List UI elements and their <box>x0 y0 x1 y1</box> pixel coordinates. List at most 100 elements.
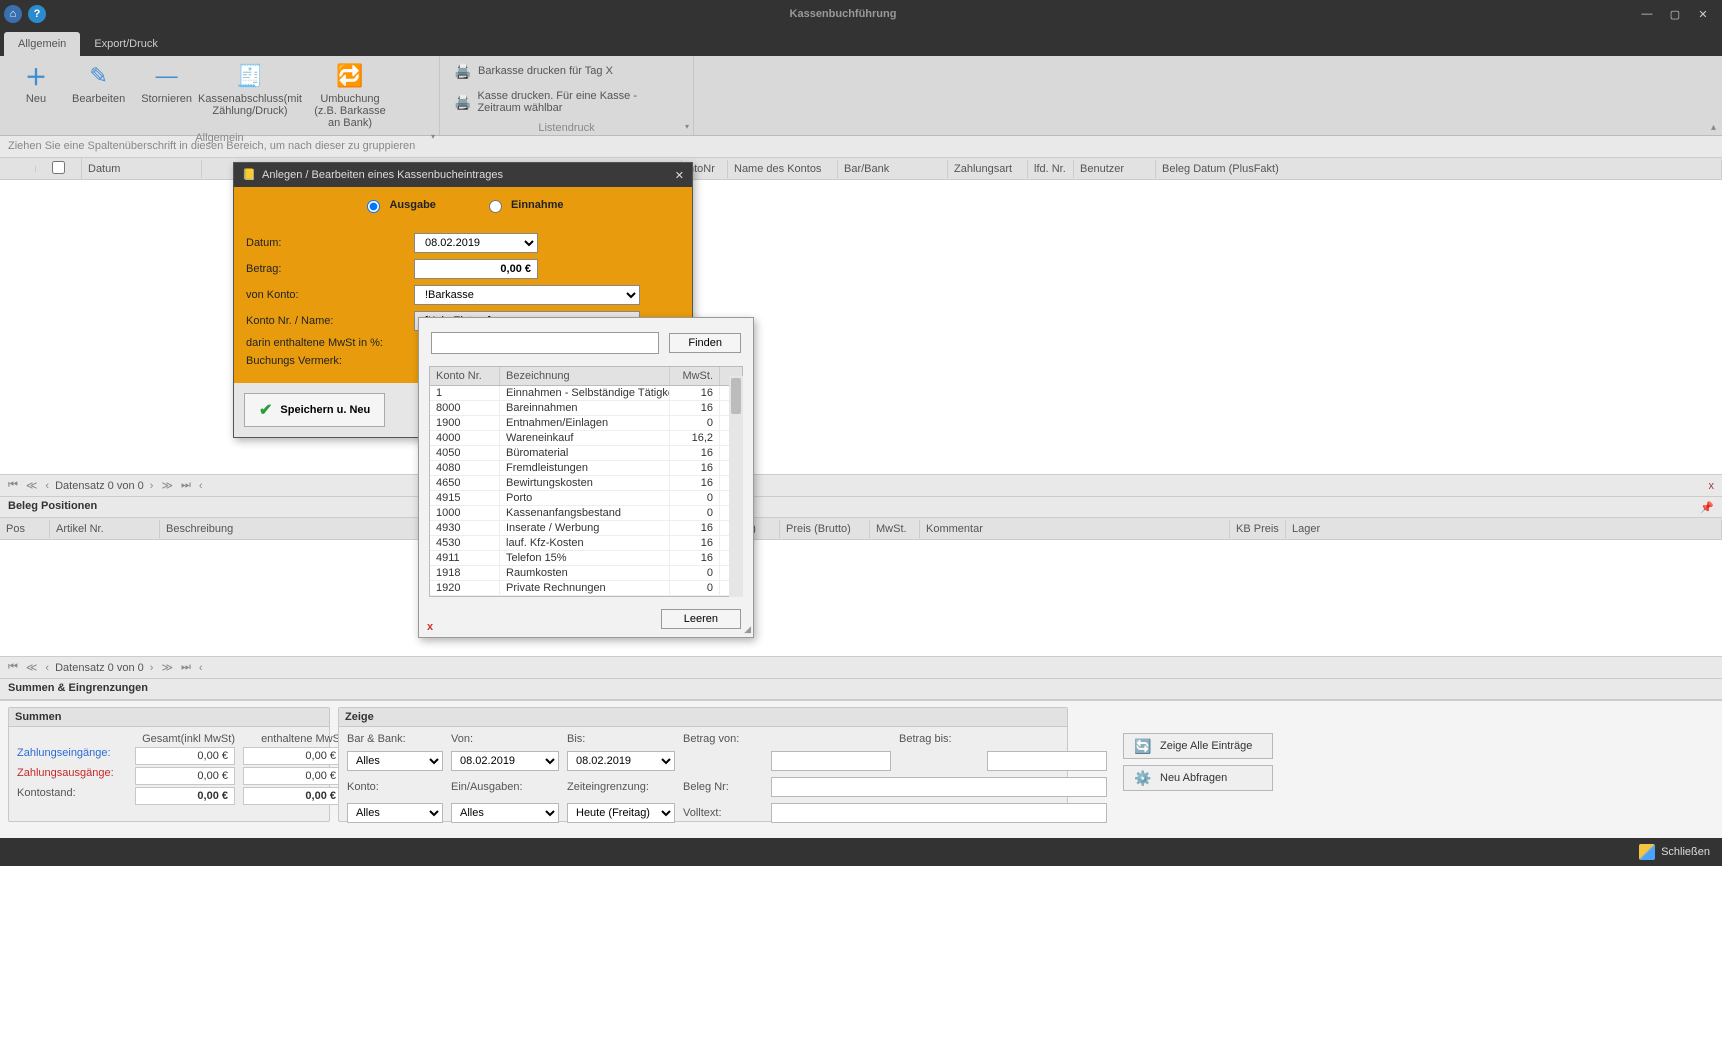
nav-prevpage[interactable]: ≪ <box>24 479 40 492</box>
dialog-close-icon[interactable]: ✕ <box>675 169 684 182</box>
lookup-row[interactable]: 4530lauf. Kfz-Kosten16 <box>430 536 742 551</box>
dialog-titlebar[interactable]: 📒 Anlegen / Bearbeiten eines Kassenbuche… <box>234 163 692 187</box>
lcol-mwst[interactable]: MwSt. <box>670 367 720 385</box>
leeren-button[interactable]: Leeren <box>661 609 741 629</box>
lookup-row[interactable]: 4930Inserate / Werbung16 <box>430 521 742 536</box>
betrag-von-input[interactable] <box>771 751 891 771</box>
help-icon[interactable]: ? <box>28 5 46 23</box>
lookup-scrollbar[interactable] <box>729 376 743 597</box>
schliessen-button[interactable]: Schließen <box>1639 844 1710 860</box>
lookup-row[interactable]: 4000Wareneinkauf16,2 <box>430 431 742 446</box>
betrag-bis-input[interactable] <box>987 751 1107 771</box>
lookup-close-icon[interactable]: x <box>427 621 433 633</box>
print-kasse-button[interactable]: 🖨️ Kasse drucken. Für eine Kasse - Zeitr… <box>448 88 685 116</box>
gear-icon: ⚙️ <box>1134 769 1152 787</box>
umbuchung-button[interactable]: 🔁 Umbuchung (z.B. Barkasse an Bank) <box>300 60 400 131</box>
nav-nextpage[interactable]: ≫ <box>159 479 175 492</box>
bearbeiten-button[interactable]: ✎ Bearbeiten <box>64 60 133 107</box>
speichern-neu-button[interactable]: ✔ Speichern u. Neu <box>244 393 385 427</box>
zeige-alle-button[interactable]: 🔄 Zeige Alle Einträge <box>1123 733 1273 759</box>
beleg-grid-body[interactable] <box>0 540 1722 656</box>
radio-ausgabe[interactable]: Ausgabe <box>362 197 435 213</box>
resize-grip-icon[interactable]: ◢ <box>744 624 751 635</box>
bcol-mwst[interactable]: MwSt. <box>870 520 920 538</box>
kassenabschluss-button[interactable]: 🧾 Kassenabschluss(mit Zählung/Druck) <box>200 60 300 119</box>
tab-allgemein[interactable]: Allgemein <box>4 32 80 56</box>
close-button[interactable]: ✕ <box>1696 7 1710 21</box>
col-barbank[interactable]: Bar/Bank <box>838 160 948 178</box>
lookup-row[interactable]: 1918Raumkosten0 <box>430 566 742 581</box>
lookup-row[interactable]: 1920Private Rechnungen0 <box>430 581 742 596</box>
lookup-search-input[interactable] <box>431 332 659 354</box>
finden-button[interactable]: Finden <box>669 333 741 353</box>
col-namekonto[interactable]: Name des Kontos <box>728 160 838 178</box>
pin-icon[interactable]: 📌 <box>1700 501 1714 514</box>
neu-button[interactable]: ＋ Neu <box>8 60 64 107</box>
bnav-prev[interactable]: ‹ <box>43 662 51 674</box>
transfer-icon: 🔁 <box>336 62 364 90</box>
konto-lookup-popup: Finden Konto Nr. Bezeichnung MwSt. 1Einn… <box>418 317 754 638</box>
minimize-button[interactable]: — <box>1640 7 1654 21</box>
tab-export[interactable]: Export/Druck <box>80 32 172 56</box>
print-barkasse-button[interactable]: 🖨️ Barkasse drucken für Tag X <box>448 60 619 82</box>
bcol-kommentar[interactable]: Kommentar <box>920 520 1230 538</box>
neu-abfragen-button[interactable]: ⚙️ Neu Abfragen <box>1123 765 1273 791</box>
bnav-next[interactable]: › <box>148 662 156 674</box>
von-date[interactable]: 08.02.2019 <box>451 751 559 771</box>
zeit-select[interactable]: Heute (Freitag) <box>567 803 675 823</box>
ribbon-collapse-icon[interactable]: ▴ <box>1711 122 1716 133</box>
door-icon <box>1639 844 1655 860</box>
col-zahlungsart[interactable]: Zahlungsart <box>948 160 1028 178</box>
lookup-row[interactable]: 4915Porto0 <box>430 491 742 506</box>
bcol-artikelnr[interactable]: Artikel Nr. <box>50 520 160 538</box>
bnav-last[interactable]: ⏭ <box>179 661 193 674</box>
lookup-row[interactable]: 4050Büromaterial16 <box>430 446 742 461</box>
col-lfdnr[interactable]: lfd. Nr. <box>1028 160 1074 178</box>
nav-first[interactable]: ⏮ <box>6 479 20 492</box>
bnav-first[interactable]: ⏮ <box>6 661 20 674</box>
bis-date[interactable]: 08.02.2019 <box>567 751 675 771</box>
bcol-kbpreis[interactable]: KB Preis <box>1230 520 1286 538</box>
einaus-select[interactable]: Alles <box>451 803 559 823</box>
stornieren-button[interactable]: — Stornieren <box>133 60 200 107</box>
col-belegdatum[interactable]: Beleg Datum (PlusFakt) <box>1156 160 1722 178</box>
lookup-row[interactable]: 4650Bewirtungskosten16 <box>430 476 742 491</box>
nav-last[interactable]: ⏭ <box>179 479 193 492</box>
lookup-row[interactable]: 8000Bareinnahmen16 <box>430 401 742 416</box>
cash-register-icon: 🧾 <box>236 62 264 90</box>
barbank-select[interactable]: Alles <box>347 751 443 771</box>
bnav-nextpage[interactable]: ≫ <box>159 661 175 674</box>
lookup-row[interactable]: 1Einnahmen - Selbständige Tätigkeit16 <box>430 386 742 401</box>
bnav-prevpage[interactable]: ≪ <box>24 661 40 674</box>
lookup-row[interactable]: 4911Telefon 15%16 <box>430 551 742 566</box>
lookup-row[interactable]: 4080Fremdleistungen16 <box>430 461 742 476</box>
bcol-lager[interactable]: Lager <box>1286 520 1722 538</box>
nav-prev[interactable]: ‹ <box>43 480 51 492</box>
bcol-pos[interactable]: Pos <box>0 520 50 538</box>
col-benutzer[interactable]: Benutzer <box>1074 160 1156 178</box>
select-all-checkbox[interactable] <box>52 161 65 174</box>
lcol-bezeichnung[interactable]: Bezeichnung <box>500 367 670 385</box>
volltext-input[interactable] <box>771 803 1107 823</box>
nav-next[interactable]: › <box>148 480 156 492</box>
lookup-row[interactable]: 1900Entnahmen/Einlagen0 <box>430 416 742 431</box>
vonkonto-field[interactable]: !Barkasse <box>414 285 640 305</box>
grid-navigator: ⏮ ≪ ‹ Datensatz 0 von 0 › ≫ ⏭ ‹ x <box>0 474 1722 496</box>
nav-close-icon[interactable]: x <box>1709 480 1715 492</box>
lookup-row[interactable]: 1000Kassenanfangsbestand0 <box>430 506 742 521</box>
konto-select[interactable]: Alles <box>347 803 443 823</box>
val-aus-mwst: 0,00 € <box>243 767 343 785</box>
beleg-navigator: ⏮ ≪ ‹ Datensatz 0 von 0 › ≫ ⏭ ‹ <box>0 656 1722 678</box>
printer-icon: 🖨️ <box>454 62 472 80</box>
maximize-button[interactable]: ▢ <box>1668 7 1682 21</box>
belegnr-input[interactable] <box>771 777 1107 797</box>
nav-more[interactable]: ‹ <box>197 480 205 492</box>
col-datum[interactable]: Datum <box>82 160 202 178</box>
lcol-kontonr[interactable]: Konto Nr. <box>430 367 500 385</box>
datum-field[interactable]: 08.02.2019 <box>414 233 538 253</box>
betrag-field[interactable] <box>414 259 538 279</box>
zeige-panel: Zeige Bar & Bank: Von: Bis: Betrag von: … <box>338 707 1068 822</box>
radio-einnahme[interactable]: Einnahme <box>484 197 564 213</box>
bnav-more[interactable]: ‹ <box>197 662 205 674</box>
bcol-brutto[interactable]: Preis (Brutto) <box>780 520 870 538</box>
